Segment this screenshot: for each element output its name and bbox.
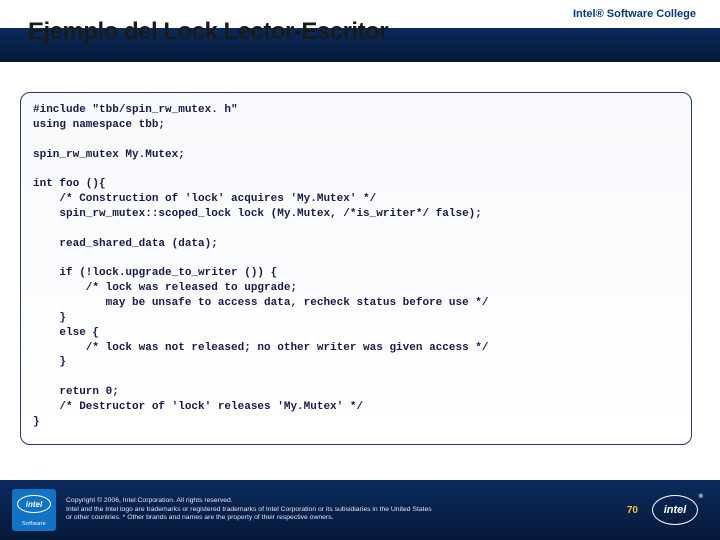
badge-subtext: Software — [12, 521, 56, 527]
page-number: 70 — [627, 505, 638, 516]
footer: intel Software Copyright © 2006, Intel C… — [0, 480, 720, 540]
intel-logo-icon: intel — [17, 495, 51, 513]
code-block: #include "tbb/spin_rw_mutex. h" using na… — [20, 92, 692, 445]
intel-software-badge: intel Software — [12, 489, 56, 531]
copyright-text: Copyright © 2006, Intel Corporation. All… — [66, 497, 617, 522]
slide-title: Ejemplo del Lock Lector-Escritor — [28, 18, 388, 46]
college-label: Intel® Software College — [573, 8, 696, 20]
intel-logo-icon: intel — [652, 495, 698, 525]
